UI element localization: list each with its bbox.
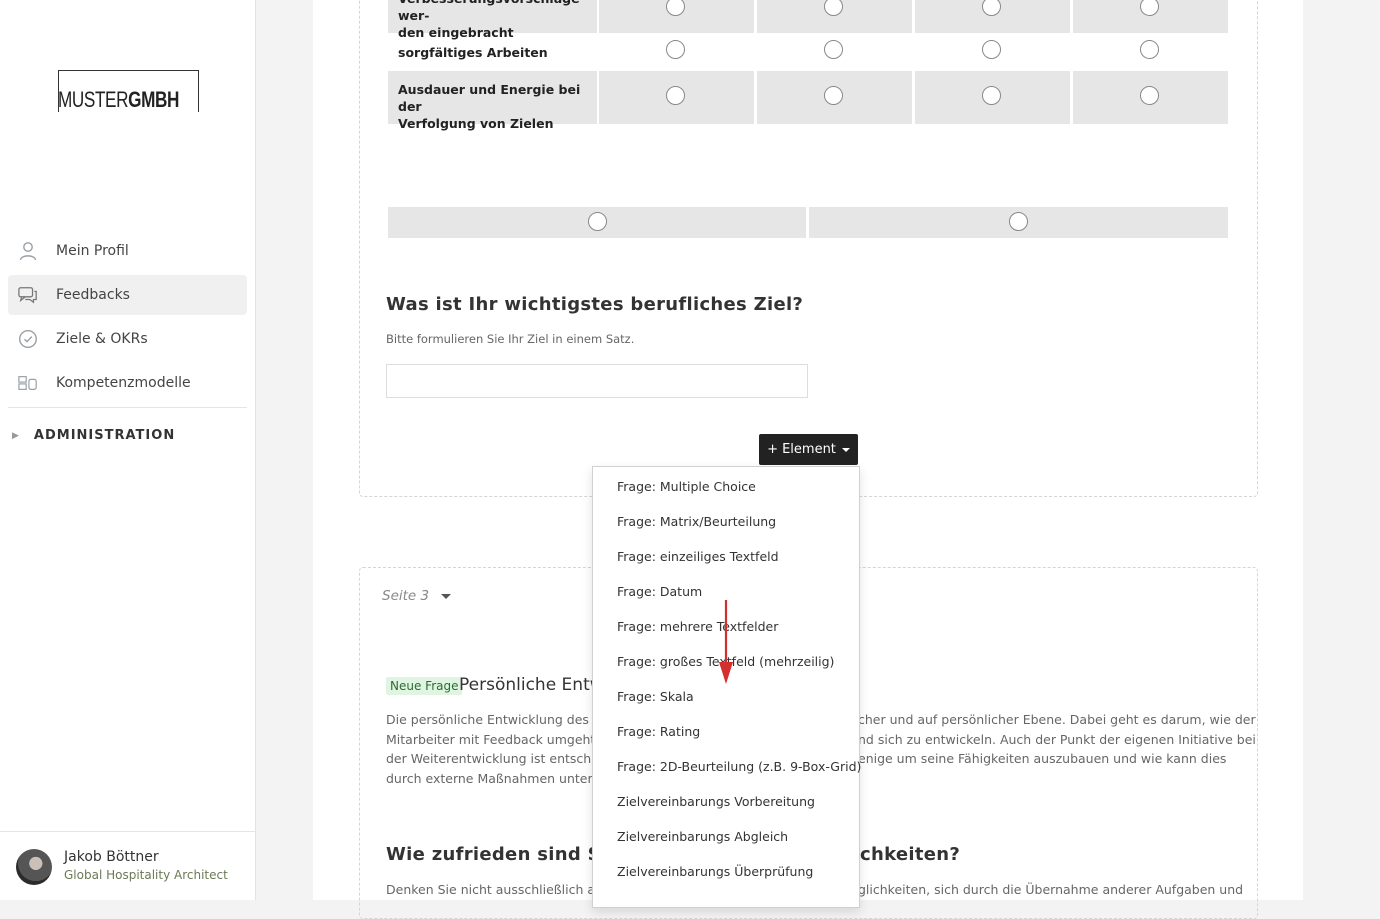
menu-item-date[interactable]: Frage: Datum [617, 584, 702, 599]
nav-label: Ziele & OKRs [56, 331, 148, 347]
menu-item-goal-preparation[interactable]: Zielvereinbarungs Vorbereitung [617, 794, 815, 809]
company-logo[interactable]: MUSTERGMBH [58, 70, 199, 113]
question-hint: Denken Sie nicht ausschließlich an Tr [386, 882, 618, 897]
user-icon [18, 241, 38, 261]
menu-item-rating[interactable]: Frage: Rating [617, 724, 700, 739]
radio-button[interactable] [982, 86, 1001, 105]
page-label: Seite 3 [382, 588, 430, 604]
section-description-right: cher und auf persönlicher Ebene. Dabei g… [858, 712, 1256, 766]
menu-item-goal-review[interactable]: Zielvereinbarungs Überprüfung [617, 864, 813, 879]
menu-item-2d-rating[interactable]: Frage: 2D-Beurteilung (z.B. 9-Box-Grid) [617, 759, 861, 774]
nav-label: Kompetenzmodelle [56, 375, 191, 391]
radio-button[interactable] [824, 40, 843, 59]
nav-item-kompetenzmodelle[interactable]: Kompetenzmodelle [8, 363, 247, 403]
nav-divider [8, 407, 247, 408]
radio-button[interactable] [982, 40, 1001, 59]
matrix-row-label: Verbesserungsvorschläge wer-den eingebra… [398, 0, 580, 40]
nav-label: Feedbacks [56, 287, 130, 303]
question-title: Wie zufrieden sind Sie [386, 844, 620, 865]
menu-item-goal-alignment[interactable]: Zielvereinbarungs Abgleich [617, 829, 788, 844]
matrix-row-label: Ausdauer und Energie bei der Verfolgung v… [398, 82, 581, 131]
admin-label: ADMINISTRATION [33, 428, 176, 443]
section-description: Die persönliche Entwicklung des Mi Mitar… [386, 712, 611, 786]
main-nav: Mein Profil Feedbacks Ziele & OKRs Kompe… [8, 231, 247, 407]
menu-item-scale[interactable]: Frage: Skala [617, 689, 694, 704]
add-element-label: + Element [767, 442, 836, 457]
radio-button[interactable] [666, 86, 685, 105]
nav-item-feedbacks[interactable]: Feedbacks [8, 275, 247, 315]
logo-text: MUSTERGMBH [58, 87, 179, 112]
goal-text-input[interactable] [386, 364, 808, 398]
annotation-arrow-icon [719, 600, 733, 684]
check-circle-icon [18, 329, 38, 349]
question-hint-right: glichkeiten, sich durch die Übernahme an… [858, 882, 1244, 897]
radio-button[interactable] [666, 40, 685, 59]
caret-down-icon [441, 593, 452, 599]
menu-item-single-line-text[interactable]: Frage: einzeiliges Textfeld [617, 549, 779, 564]
matrix-row-label: sorgfältiges Arbeiten [398, 45, 548, 60]
user-name: Jakob Böttner [64, 849, 159, 865]
radio-button[interactable] [1009, 212, 1028, 231]
user-role: Global Hospitality Architect [64, 868, 228, 882]
sidebar: MUSTERGMBH Mein Profil Feedbacks Ziele &… [0, 0, 256, 900]
radio-button[interactable] [824, 86, 843, 105]
caret-right-icon: ▶ [12, 430, 20, 441]
chat-icon [18, 285, 38, 305]
nav-item-ziele-okrs[interactable]: Ziele & OKRs [8, 319, 247, 359]
menu-item-matrix[interactable]: Frage: Matrix/Beurteilung [617, 514, 776, 529]
question-hint: Bitte formulieren Sie Ihr Ziel in einem … [386, 332, 635, 346]
section-title: Persönliche Entw [459, 675, 604, 695]
nav-label: Mein Profil [56, 243, 129, 259]
add-element-button[interactable]: + Element [759, 434, 858, 465]
avatar [16, 849, 52, 885]
radio-button[interactable] [588, 212, 607, 231]
user-profile[interactable]: Jakob Böttner Global Hospitality Archite… [0, 831, 255, 901]
admin-section-toggle[interactable]: ▶ ADMINISTRATION [12, 428, 175, 443]
menu-item-multiple-choice[interactable]: Frage: Multiple Choice [617, 479, 756, 494]
question-title: Was ist Ihr wichtigstes berufliches Ziel… [386, 294, 804, 315]
question-title-right: chkeiten? [860, 844, 961, 865]
radio-button[interactable] [1140, 40, 1159, 59]
new-question-badge: Neue Frage [386, 677, 463, 695]
nav-item-mein-profil[interactable]: Mein Profil [8, 231, 247, 271]
blocks-icon [18, 373, 38, 393]
caret-down-icon [841, 447, 850, 452]
page-selector[interactable]: Seite 3 [382, 588, 452, 604]
menu-item-multiple-text-fields[interactable]: Frage: mehrere Textfelder [617, 619, 778, 634]
element-type-menu: Frage: Multiple Choice Frage: Matrix/Beu… [592, 466, 861, 908]
radio-button[interactable] [1140, 86, 1159, 105]
